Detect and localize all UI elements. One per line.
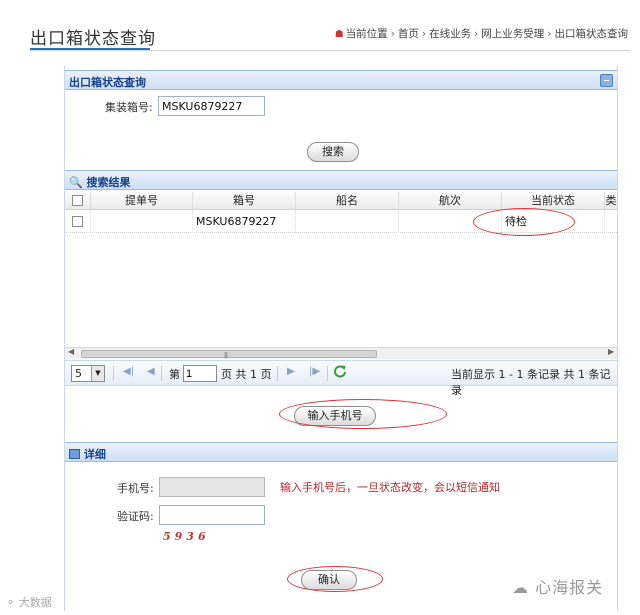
scrollbar-thumb[interactable]: ||| <box>81 350 377 359</box>
captcha-image[interactable]: 5936 <box>163 530 210 543</box>
watermark-right: ☁ 心海报关 <box>512 574 603 598</box>
watermark-left-text: 大数据 <box>18 596 52 609</box>
scroll-right-arrow-icon[interactable]: ▶ <box>608 347 614 356</box>
first-page-icon[interactable]: ◀| <box>123 366 134 377</box>
row-select-cell <box>65 211 91 233</box>
toolbar-separator <box>161 366 162 381</box>
column-header-voyage[interactable]: 航次 <box>399 192 502 209</box>
cell-type <box>605 211 617 233</box>
record-summary: 当前显示 1 - 1 条记录 共 1 条记录 <box>451 368 611 397</box>
header-divider <box>30 50 630 51</box>
horizontal-scrollbar[interactable]: ◀ ||| ▶ <box>65 347 617 359</box>
scrollbar-grip-icon: ||| <box>224 352 228 359</box>
page-prefix: 第 <box>169 368 180 381</box>
confirm-button[interactable]: 确认 <box>301 570 357 590</box>
toolbar-separator <box>327 366 328 381</box>
breadcrumb-separator: › <box>474 28 479 40</box>
breadcrumb-separator: › <box>547 28 552 40</box>
header-select-cell <box>65 192 91 209</box>
page-size-value: 5 <box>75 367 82 380</box>
last-page-icon[interactable]: |▶ <box>309 366 320 377</box>
column-header-vessel[interactable]: 船名 <box>296 192 399 209</box>
previous-page-icon[interactable]: ◀ <box>147 366 155 377</box>
page-total-text: 页 共 1 页 <box>221 368 272 381</box>
breadcrumb-home-link[interactable]: 首页 <box>398 28 419 40</box>
enter-phone-button[interactable]: 输入手机号 <box>294 406 376 426</box>
cell-bill <box>91 211 193 233</box>
table-row[interactable]: MSKU6879227 待检 <box>65 211 617 233</box>
page-size-select[interactable]: 5 ▼ <box>71 365 105 382</box>
wechat-icon: ☁ <box>512 578 529 597</box>
column-header-type[interactable]: 类 <box>605 192 617 209</box>
page-number-input[interactable] <box>183 365 217 382</box>
query-panel-title: 出口箱状态查询 <box>69 76 146 89</box>
captcha-label: 验证码: <box>117 510 154 523</box>
scroll-left-arrow-icon[interactable]: ◀ <box>68 347 74 356</box>
toolbar-separator <box>277 366 278 381</box>
cell-voyage <box>399 211 502 233</box>
pager-toolbar: 5 ▼ ◀| ◀ 第 页 共 1 页 ▶ |▶ 当前显示 1 - 1 条记录 共… <box>65 360 617 397</box>
detail-panel-header: 详细 <box>65 442 617 462</box>
results-panel-title: 搜索结果 <box>86 176 131 189</box>
row-checkbox[interactable] <box>72 216 83 227</box>
home-icon: ☗ <box>334 29 344 40</box>
breadcrumb-online-processing-link[interactable]: 网上业务受理 <box>481 28 544 40</box>
phone-input[interactable] <box>159 477 265 497</box>
breadcrumb: ☗ 当前位置 › 首页 › 在线业务 › 网上业务受理 › 出口箱状态查询 <box>335 26 628 41</box>
container-number-label: 集装箱号: <box>105 101 153 114</box>
cell-vessel <box>296 211 399 233</box>
page-title: 出口箱状态查询 <box>30 29 156 49</box>
breadcrumb-current-position: 当前位置 <box>345 28 388 40</box>
breadcrumb-separator: › <box>390 28 395 40</box>
grid-header: 提单号 箱号 船名 航次 当前状态 类 <box>65 192 617 210</box>
next-page-icon[interactable]: ▶ <box>287 366 295 377</box>
breadcrumb-separator: › <box>421 28 427 40</box>
results-panel-header: 🔍 搜索结果 <box>65 170 617 190</box>
toolbar-separator <box>113 366 114 381</box>
column-header-status[interactable]: 当前状态 <box>502 192 605 209</box>
column-header-container[interactable]: 箱号 <box>193 192 296 209</box>
magnifier-icon: 🔍 <box>69 176 83 189</box>
watermark-left: ⚬ 大数据 <box>6 596 52 609</box>
breadcrumb-page: 出口箱状态查询 <box>554 28 629 40</box>
sms-notice: 输入手机号后，一旦状态改变，会以短信通知 <box>280 481 500 494</box>
refresh-icon[interactable] <box>333 364 347 378</box>
search-button[interactable]: 搜索 <box>307 142 359 162</box>
query-panel-header: 出口箱状态查询 <box>65 70 617 90</box>
chevron-down-icon: ▼ <box>91 366 104 381</box>
breadcrumb-online-business-link[interactable]: 在线业务 <box>429 28 471 40</box>
phone-label: 手机号: <box>117 482 154 495</box>
collapse-icon[interactable] <box>600 74 613 87</box>
save-disk-icon <box>69 449 80 459</box>
detail-panel-title: 详细 <box>83 448 106 461</box>
container-number-input[interactable] <box>158 96 265 116</box>
watermark-right-text: 心海报关 <box>535 578 604 597</box>
select-all-checkbox[interactable] <box>72 195 83 206</box>
cell-container: MSKU6879227 <box>193 211 296 233</box>
cell-status: 待检 <box>502 211 605 233</box>
captcha-input[interactable] <box>159 505 265 525</box>
content-frame: 出口箱状态查询 集装箱号: 搜索 🔍 搜索结果 提单号 箱号 船名 航次 当前状… <box>64 66 618 611</box>
column-header-bill[interactable]: 提单号 <box>91 192 193 209</box>
